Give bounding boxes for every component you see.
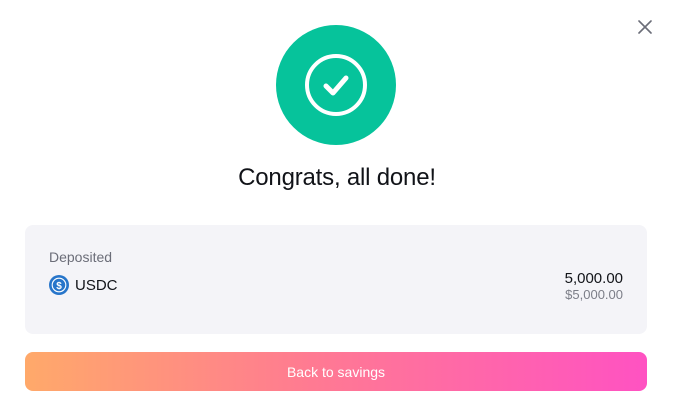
deposit-amount-usd: $5,000.00 <box>565 287 623 302</box>
close-icon[interactable] <box>638 20 652 34</box>
asset-name: USDC <box>75 276 118 294</box>
deposit-success-modal: Congrats, all done! Deposited $ USDC 5,0… <box>0 0 674 416</box>
amount-column: 5,000.00 $5,000.00 <box>565 270 623 303</box>
asset-row: $ USDC <box>49 275 118 295</box>
svg-text:$: $ <box>56 281 62 292</box>
deposit-amount: 5,000.00 <box>564 270 623 287</box>
deposited-label: Deposited <box>49 249 113 265</box>
usdc-coin-icon: $ <box>49 275 69 295</box>
check-circle-icon <box>305 54 367 116</box>
close-button[interactable] <box>633 15 657 39</box>
back-to-savings-button[interactable]: Back to savings <box>25 352 647 391</box>
deposit-summary-card: Deposited $ USDC 5,000.00 $5,000.00 <box>25 225 647 334</box>
page-title: Congrats, all done! <box>238 164 436 191</box>
success-badge <box>276 25 396 145</box>
